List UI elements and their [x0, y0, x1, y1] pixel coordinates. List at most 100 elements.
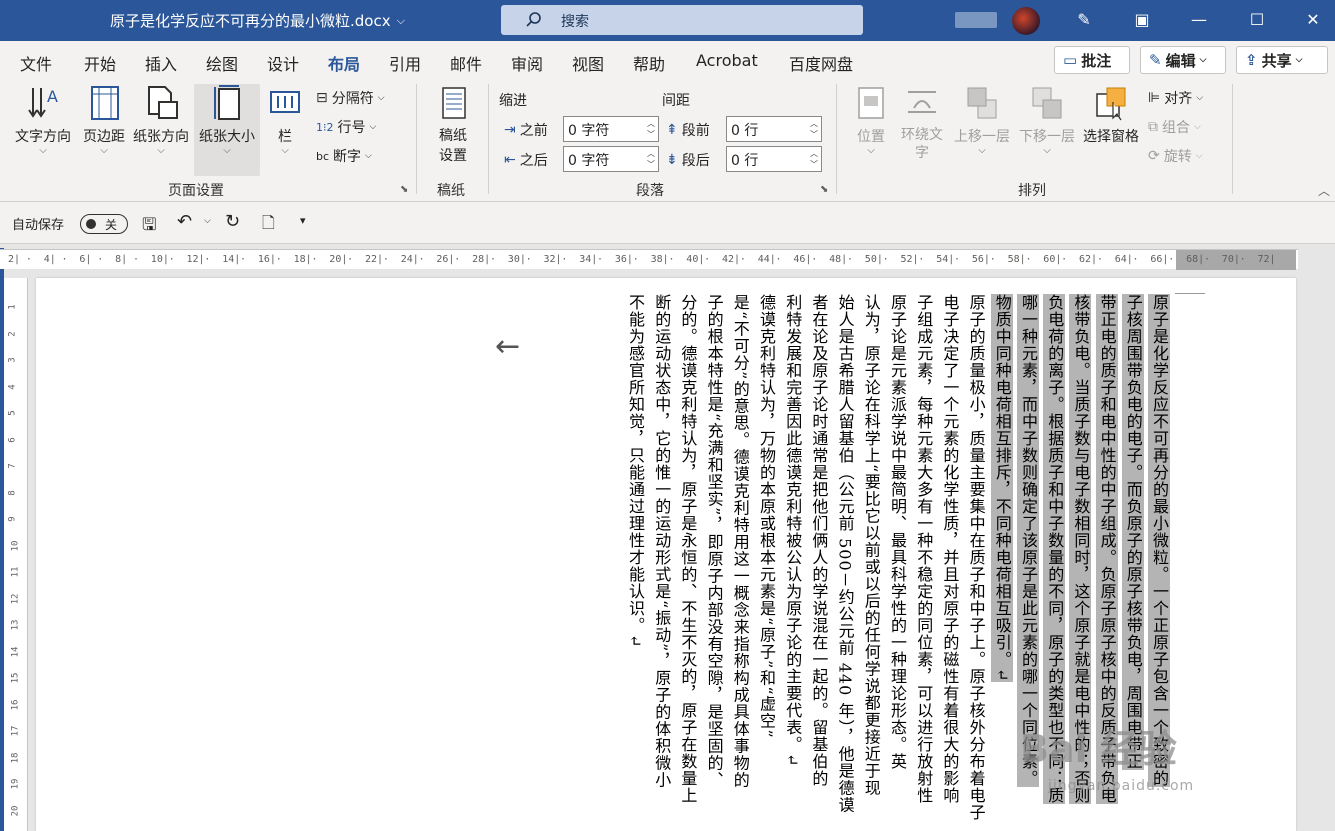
pen-icon[interactable]: ✎ — [1070, 8, 1098, 32]
tab-help[interactable]: 帮助 — [633, 51, 665, 75]
spinner-icon[interactable]: ︿ ﹀ — [647, 118, 655, 140]
spinner-icon[interactable]: ︿ ﹀ — [810, 118, 818, 140]
orientation-label: 纸张方向 — [133, 129, 189, 145]
space-before-input[interactable]: 0 行 ︿ ﹀ — [726, 116, 822, 142]
avatar[interactable] — [1012, 7, 1040, 35]
back-arrow-icon[interactable]: ← — [495, 332, 520, 362]
text-line[interactable]: 是“不可分”的意思。德谟克利特用这一概念来指称构成具体事物的 — [729, 294, 751, 788]
text-line[interactable]: 原子的质量极小，质量主要集中在质子和中子上。原子核外分布着电子 — [965, 294, 987, 821]
tab-acrobat[interactable]: Acrobat — [696, 51, 758, 70]
align-icon: ⊫ — [1148, 90, 1161, 106]
redo-icon[interactable]: ↻ — [225, 211, 240, 232]
align-button[interactable]: ⊫ 对齐 ⌵ — [1148, 88, 1203, 108]
indent-before-input[interactable]: 0 字符 ︿ ﹀ — [563, 116, 659, 142]
tab-insert[interactable]: 插入 — [145, 51, 177, 75]
text-line[interactable]: 原子是化学反应不可再分的最小微粒。一个正原子包含一个致密的 — [1148, 294, 1170, 787]
share-button[interactable]: ⇪ 共享 ⌵ — [1236, 46, 1328, 74]
bring-forward-button[interactable]: 上移一层 ⌵ — [950, 84, 1014, 156]
size-button[interactable]: 纸张大小 ⌵ — [194, 84, 260, 176]
vertical-ruler[interactable]: 1 2 3 4 5 6 7 8 9 10 11 12 13 14 15 16 17 18 19 20 — [4, 278, 28, 831]
ribbon-display-icon[interactable]: ▣ — [1128, 8, 1156, 32]
hyphenation-icon: bc — [316, 149, 330, 163]
chevron-down-icon: ⌵ — [978, 145, 986, 156]
comment-button[interactable]: ▭ 批注 — [1054, 46, 1130, 74]
send-backward-button[interactable]: 下移一层 ⌵ — [1016, 84, 1078, 156]
ruler-number: 30| — [507, 254, 526, 265]
margins-button[interactable]: 页边距 ⌵ — [78, 84, 130, 156]
columns-button[interactable]: 栏 ⌵ — [264, 84, 306, 156]
edit-button[interactable]: ✎ 编辑 ⌵ — [1140, 46, 1226, 74]
page-setup-group-label: 页面设置 — [168, 183, 224, 199]
dialog-launcher-icon[interactable]: ⬊ — [400, 184, 408, 195]
tab-mailings[interactable]: 邮件 — [450, 51, 482, 75]
ruler-number: 32| — [543, 254, 562, 265]
text-line[interactable]: 始人是古希腊人留基伯（公元前 500－约公元前 440 年），他是德谟 — [834, 294, 856, 813]
horizontal-ruler[interactable]: 2| · 4| · 6| · 8| · 10| · 12| · 14| · 16| · 18| · 20| · 22| ·… — [0, 249, 1298, 270]
chevron-down-icon[interactable]: ⌵ — [204, 216, 211, 226]
text-direction-button[interactable]: A 文字方向 ⌵ — [10, 84, 76, 156]
spinner-icon[interactable]: ︿ ﹀ — [647, 148, 655, 170]
autosave-toggle[interactable]: 关 — [80, 214, 128, 234]
text-line[interactable]: 子的根本特性是“充满和坚实”，即原子内部没有空隙，是坚固的、 — [703, 294, 725, 788]
chevron-down-icon: ⌵ — [281, 145, 289, 156]
text-line[interactable]: 认为，原子论在科学上“要比它以前或以后的任何学说都更接近于现 — [860, 294, 882, 796]
group-objects-button[interactable]: ⧉ 组合 ⌵ — [1148, 117, 1201, 137]
text-line[interactable]: 电子决定了一个元素的化学性质，并且对原子的磁性有着很大的影响 — [938, 294, 960, 804]
undo-icon[interactable]: ↶ — [177, 211, 192, 232]
ruler-number: 56| — [971, 254, 990, 265]
text-line[interactable]: 哪一种元素，而中子数则确定了该原子是此元素的哪一个同位素。 — [1017, 294, 1039, 787]
orientation-button[interactable]: 纸张方向 ⌵ — [130, 84, 192, 156]
text-line[interactable]: 分的。德谟克利特认为，原子是永恒的、不生不灭的，原子在数量上 — [676, 294, 698, 804]
tab-view[interactable]: 视图 — [572, 51, 604, 75]
tab-layout[interactable]: 布局 — [328, 51, 361, 82]
close-icon[interactable]: ✕ — [1299, 8, 1327, 32]
indent-heading: 缩进 — [499, 93, 527, 109]
ruler-dot: · — [204, 254, 211, 265]
tab-file[interactable]: 文件 — [20, 51, 52, 75]
text-line[interactable]: 断的运动状态中，它的惟一的运动形式是“振动”，原子的体积微小 — [650, 294, 672, 788]
tab-draw[interactable]: 绘图 — [206, 51, 238, 75]
tab-review[interactable]: 审阅 — [511, 51, 543, 75]
edit-label: 编辑 — [1165, 51, 1196, 70]
indent-after-label: ⇤ 之后 — [504, 150, 548, 170]
text-line[interactable]: 物质中同种电荷相互排斥，不同种电荷相互吸引。↵ — [990, 294, 1013, 683]
indent-after-input[interactable]: 0 字符 ︿ ﹀ — [563, 146, 659, 172]
group-divider — [416, 84, 417, 194]
wrap-text-button[interactable]: 环绕文 字 — [896, 84, 948, 162]
text-line[interactable]: 子核周围带负电的电子。而负原子的原子核带负电，周围电带正 — [1121, 294, 1144, 770]
quick-access-toolbar: 自动保存 关 🖫 ↶ ⌵ ↻ 🗋 ▾ — [0, 202, 1335, 244]
search-box[interactable]: 搜索 — [501, 5, 863, 35]
ruler-dot: · — [489, 254, 496, 265]
rotate-button[interactable]: ⟳ 旋转 ⌵ — [1148, 146, 1203, 166]
space-after-input[interactable]: 0 行 ︿ ﹀ — [726, 146, 822, 172]
ruler-dot: · — [132, 254, 139, 265]
text-line[interactable]: 德谟克利特认为，万物的本原或根本元素是“原子”和“虚空” — [755, 294, 777, 739]
tab-baidu-netdisk[interactable]: 百度网盘 — [789, 51, 853, 75]
text-line[interactable]: 者在论及原子论时通常是把他们俩人的学说混在一起的。留基伯的 — [807, 294, 829, 787]
save-icon[interactable]: 🖫 — [142, 212, 156, 241]
minimize-icon[interactable]: — — [1185, 8, 1213, 32]
collapse-ribbon-icon[interactable]: ︿ — [1318, 182, 1330, 199]
selection-pane-button[interactable]: 选择窗格 — [1080, 84, 1142, 146]
text-line[interactable]: 利特发展和完善因此德谟克利特被公认为原子论的主要代表。↵ — [781, 294, 803, 767]
manuscript-settings-button[interactable]: 稿纸 设置 — [428, 84, 478, 166]
text-line[interactable]: 原子论是元素派学说中最简明、最具科学性的一种理论形态。英 — [886, 294, 908, 770]
line-numbers-button[interactable]: 1⁝2 行号 ⌵ — [316, 117, 376, 137]
new-document-icon[interactable]: 🗋 — [262, 212, 275, 239]
tab-design[interactable]: 设计 — [267, 51, 299, 75]
dialog-launcher-icon[interactable]: ⬊ — [820, 184, 828, 195]
maximize-icon[interactable]: ☐ — [1243, 8, 1271, 32]
tab-references[interactable]: 引用 — [389, 51, 421, 75]
page-size-icon — [209, 84, 245, 122]
spinner-icon[interactable]: ︿ ﹀ — [810, 148, 818, 170]
document-title[interactable]: 原子是化学反应不可再分的最小微粒.docx ⌵ — [110, 10, 405, 31]
breaks-button[interactable]: ⊟ 分隔符 ⌵ — [316, 88, 385, 108]
ruler-number: 8| — [115, 254, 128, 265]
tab-home[interactable]: 开始 — [84, 51, 116, 75]
ruler-dot: · — [739, 254, 746, 265]
text-line[interactable]: 不能为感官所知觉，只能通过理性才能认识。↵ — [624, 294, 646, 648]
hyphenation-button[interactable]: bc 断字 ⌵ — [316, 146, 372, 166]
text-line[interactable]: 子组成元素，每种元素大多有一种不稳定的同位素，可以进行放射性 — [912, 294, 934, 804]
customize-qat-icon[interactable]: ▾ — [300, 214, 306, 227]
position-button[interactable]: 位置 ⌵ — [848, 84, 894, 156]
